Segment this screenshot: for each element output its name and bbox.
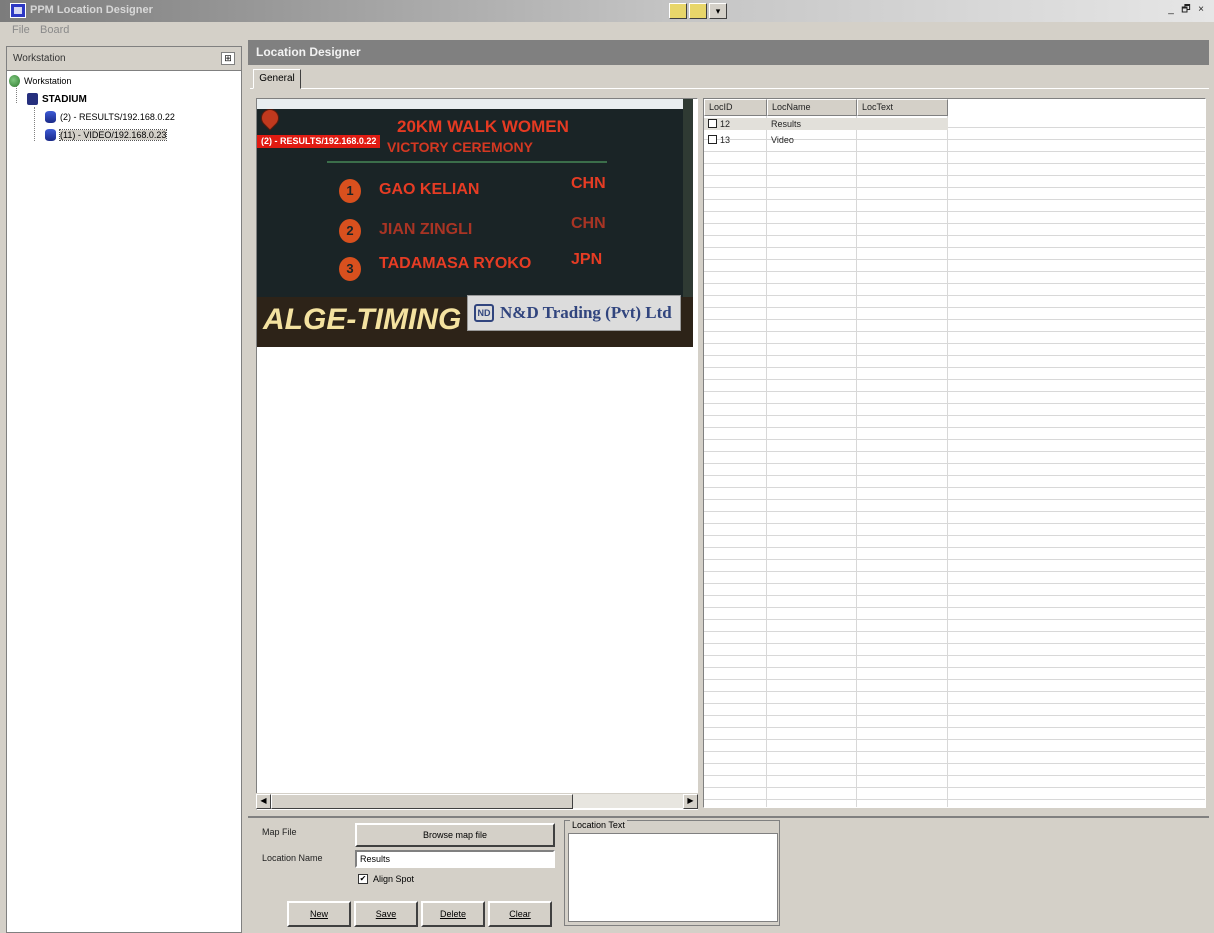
tab-general[interactable]: General (253, 69, 301, 89)
workstation-panel: Workstation ⊞ Workstation STADIUM (2) - … (6, 46, 242, 933)
align-spot-label: Align Spot (373, 874, 415, 884)
tree-item-video[interactable]: (11) - VIDEO/192.168.0.23 (45, 127, 168, 143)
athlete-name: TADAMASA RYOKO (379, 255, 532, 272)
board-subtitle: VICTORY CEREMONY (387, 139, 533, 155)
scroll-left-arrow-icon[interactable]: ◀ (256, 794, 271, 809)
grid-column-line (856, 116, 857, 807)
tree-connector (34, 107, 35, 141)
board-divider (327, 161, 607, 163)
folder-icon[interactable] (669, 3, 687, 19)
database-icon (45, 111, 56, 123)
board-top-edge (257, 99, 693, 109)
row-checkbox[interactable] (708, 119, 717, 128)
tree-item-label: (2) - RESULTS/192.168.0.22 (60, 112, 175, 122)
minimize-button[interactable]: _ (1164, 4, 1178, 17)
checkbox-box[interactable]: ✔ (358, 874, 368, 884)
cell-locname: Results (771, 119, 802, 129)
athlete-name: JIAN ZINGLI (379, 221, 473, 238)
athlete-name: GAO KELIAN (379, 181, 480, 198)
server-icon (27, 93, 38, 105)
dropdown-arrow-icon[interactable]: ▾ (709, 3, 727, 19)
scroll-right-arrow-icon[interactable]: ▶ (683, 794, 698, 809)
taskbar-buttons: ▾ (669, 3, 727, 19)
tree-root[interactable]: Workstation (9, 73, 71, 89)
note-icon[interactable] (689, 3, 707, 19)
location-text-label: Location Text (570, 820, 627, 830)
tree-root-label: Workstation (24, 76, 72, 86)
restore-button[interactable]: 🗗 (1179, 4, 1193, 17)
athlete-nation: CHN (571, 175, 606, 192)
sponsor-nd-text: N&D Trading (Pvt) Ltd (500, 303, 672, 322)
save-button[interactable]: Save (354, 901, 418, 927)
tree-group-stadium[interactable]: STADIUM (27, 91, 87, 107)
location-text-area[interactable] (568, 833, 778, 922)
row-checkbox[interactable] (708, 135, 717, 144)
rank-badge: 3 (339, 257, 361, 281)
location-marker-label[interactable]: (2) - RESULTS/192.168.0.22 (257, 135, 381, 148)
menu-board[interactable]: Board (40, 24, 69, 36)
cell-loctext (857, 118, 948, 130)
window-title: PPM Location Designer (30, 4, 153, 16)
menu-file[interactable]: File (12, 24, 30, 36)
workstation-panel-header: Workstation ⊞ (7, 47, 241, 71)
page-title: Location Designer (256, 45, 361, 59)
map-canvas[interactable]: 20KM WALK WOMEN VICTORY CEREMONY 1 GAO K… (256, 98, 698, 810)
delete-button[interactable]: Delete (421, 901, 485, 927)
column-header-locname[interactable]: LocName (767, 99, 857, 116)
sponsor-alge-timing: ALGE-TIMING (263, 303, 462, 336)
athlete-nation: CHN (571, 215, 606, 232)
database-icon (45, 129, 56, 141)
tree-item-label: (11) - VIDEO/192.168.0.23 (58, 129, 168, 141)
locations-grid: LocID LocName LocText 12 Results 13 Vide… (703, 98, 1206, 808)
board-title: 20KM WALK WOMEN (397, 117, 569, 136)
map-file-label: Map File (262, 827, 297, 837)
grid-body (704, 116, 1205, 807)
grid-column-line (947, 116, 948, 807)
scoreboard-image: 20KM WALK WOMEN VICTORY CEREMONY 1 GAO K… (257, 99, 693, 347)
app-icon (10, 3, 26, 18)
cell-locid: 12 (704, 118, 767, 130)
pin-icon[interactable]: ⊞ (221, 52, 235, 65)
table-row[interactable]: 12 Results (704, 118, 948, 130)
tree-group-label: STADIUM (42, 93, 87, 105)
grid-header: LocID LocName LocText (704, 99, 948, 116)
location-name-input[interactable]: Results (355, 850, 555, 868)
scrollbar-thumb[interactable] (271, 794, 573, 809)
location-name-label: Location Name (262, 853, 323, 863)
workstation-panel-title: Workstation (13, 53, 66, 64)
table-row[interactable]: 13 Video (704, 134, 948, 146)
nd-logo-icon: ND (474, 304, 494, 322)
rank-badge: 2 (339, 219, 361, 243)
align-spot-checkbox[interactable]: ✔ Align Spot (358, 874, 414, 884)
clear-button[interactable]: Clear (488, 901, 552, 927)
globe-icon (9, 75, 20, 87)
cell-locname: Video (771, 135, 794, 145)
grid-column-line (766, 116, 767, 807)
title-bar: PPM Location Designer ▾ _ 🗗 × (0, 0, 1214, 22)
new-button[interactable]: New (287, 901, 351, 927)
column-header-loctext[interactable]: LocText (857, 99, 948, 116)
browse-map-file-button[interactable]: Browse map file (355, 823, 555, 847)
tree-item-results[interactable]: (2) - RESULTS/192.168.0.22 (45, 109, 175, 125)
location-marker-icon[interactable] (257, 105, 283, 131)
window-right-edge (1209, 40, 1214, 933)
athlete-nation: JPN (571, 251, 603, 268)
map-horizontal-scrollbar[interactable]: ◀ ▶ (256, 793, 698, 809)
window-controls: _ 🗗 × (1164, 4, 1208, 17)
column-header-locid[interactable]: LocID (704, 99, 767, 116)
rank-badge: 1 (339, 179, 361, 203)
cell-locid: 13 (704, 134, 767, 146)
sponsor-nd-trading: ND N&D Trading (Pvt) Ltd (467, 295, 681, 331)
location-designer-header: Location Designer (248, 40, 1214, 65)
cell-loctext (857, 134, 948, 146)
close-button[interactable]: × (1194, 4, 1208, 17)
menu-bar: File Board (0, 22, 1214, 40)
